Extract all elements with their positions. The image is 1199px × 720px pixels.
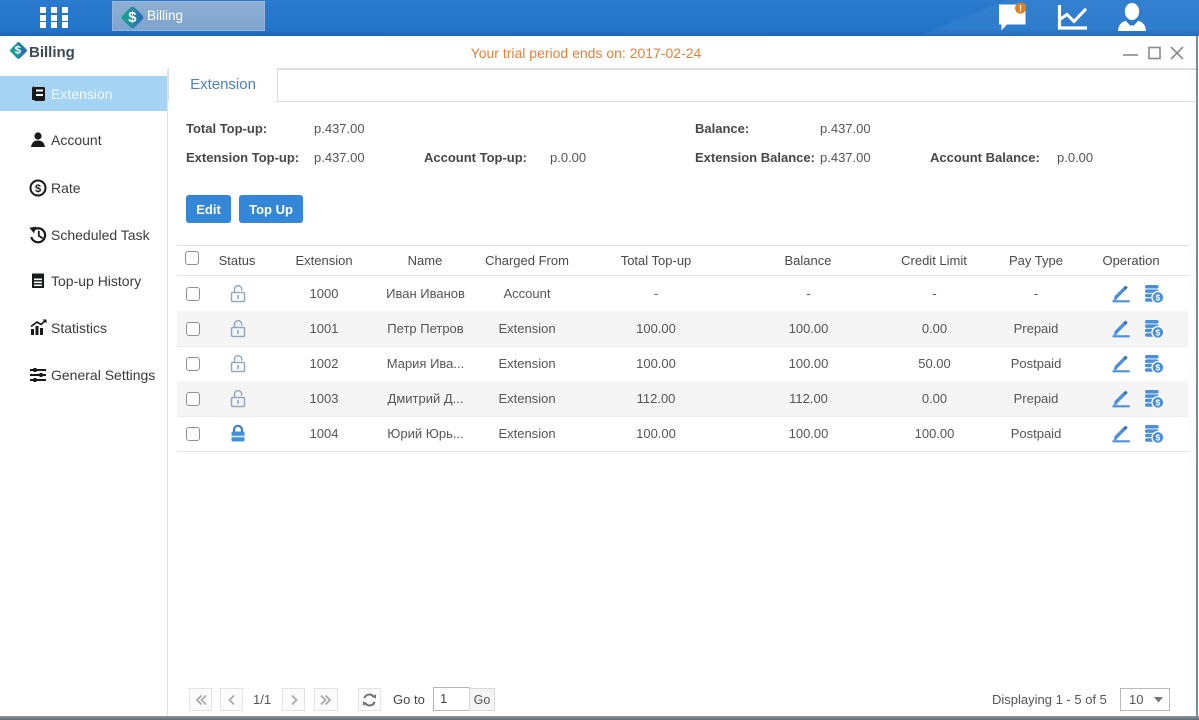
svg-text:$: $ [1156,363,1161,373]
svg-text:$: $ [1156,328,1161,338]
svg-text:$: $ [1156,293,1161,303]
svg-text:$: $ [1156,433,1161,443]
svg-text:$: $ [35,183,41,195]
svg-text:$: $ [1156,398,1161,408]
svg-text:!: ! [1019,3,1022,13]
